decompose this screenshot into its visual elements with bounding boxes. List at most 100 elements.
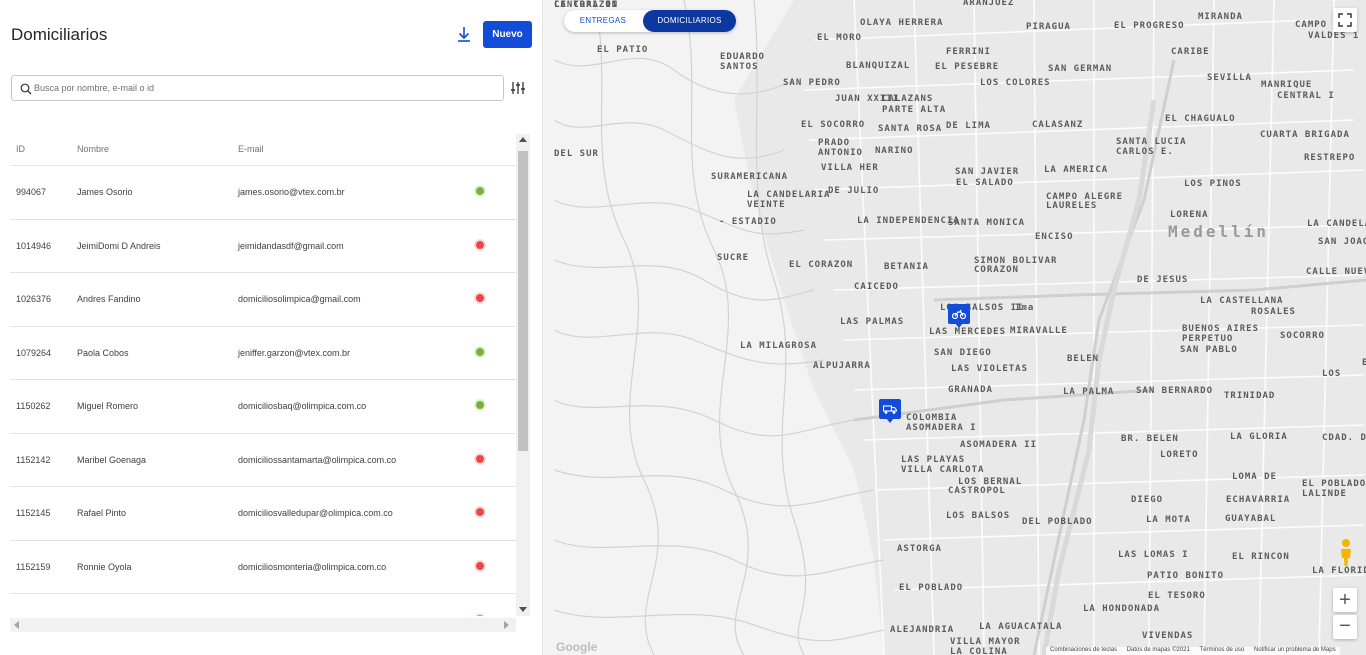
neighborhood-label: CALLE NUEVA	[1306, 267, 1366, 277]
neighborhood-label: - ESTADIO	[719, 217, 777, 227]
neighborhood-label: LALINDE	[1302, 489, 1347, 499]
view-toggle: ENTREGAS DOMICILIARIOS	[564, 10, 736, 32]
table-row[interactable]: 1150262 Miguel Romero domiciliosbaq@olimpi…	[10, 380, 516, 434]
filter-button[interactable]	[510, 80, 526, 96]
tab-entregas[interactable]: ENTREGAS	[564, 10, 642, 32]
report-problem-link[interactable]: Notificar un problema de Maps	[1254, 647, 1336, 653]
neighborhood-label: ENCISO	[1035, 232, 1074, 242]
table-row[interactable]: 1152159 Ronnie Oyola domiciliosmonteria@ol…	[10, 541, 516, 594]
table-row[interactable]: 994067 James Osorio james.osorio@vtex.com.…	[10, 166, 516, 220]
table-row[interactable]: 1152161 Ana Navarro domiciliossincelejo@ol…	[10, 594, 516, 616]
tab-domiciliarios[interactable]: DOMICILIARIOS	[643, 10, 736, 32]
cell-name: James Osorio	[77, 187, 133, 197]
cell-id: 1152159	[16, 561, 51, 572]
column-header-id[interactable]: ID	[16, 144, 25, 154]
neighborhood-label: BLANQUIZAL	[846, 61, 911, 71]
fullscreen-icon	[1338, 13, 1352, 27]
column-header-name[interactable]: Nombre	[77, 144, 109, 154]
neighborhood-label: DEL SUR	[554, 149, 599, 159]
neighborhood-label: EL RINCON	[1232, 552, 1290, 562]
cell-id: 1152161	[16, 615, 50, 616]
neighborhood-label: SAN JOAQUIN	[1318, 237, 1366, 247]
neighborhood-label: SANTA LUCIA	[1116, 137, 1187, 147]
table-row[interactable]: 1079264 Paola Cobos jeniffer.garzon@vtex.c…	[10, 327, 516, 380]
zoom-in-button[interactable]: +	[1333, 588, 1357, 612]
neighborhood-label: LA CANDELARIA	[747, 190, 831, 200]
neighborhood-label: CARIBE	[1171, 47, 1210, 57]
vertical-scrollbar[interactable]	[516, 134, 530, 616]
neighborhood-label: EL CORAZON	[789, 260, 854, 270]
neighborhood-label: VEINTE	[747, 200, 786, 210]
neighborhood-label: SAN PABLO	[1180, 345, 1238, 355]
neighborhood-label: LAS PLAYAS	[901, 455, 966, 465]
scroll-right-arrow-icon[interactable]	[504, 621, 509, 629]
neighborhood-label: OLAYA HERRERA	[860, 18, 944, 28]
scroll-left-arrow-icon[interactable]	[14, 621, 19, 629]
download-button[interactable]	[454, 24, 474, 46]
cell-email: domiciliosolimpica@gmail.com	[238, 294, 361, 304]
search-input[interactable]	[34, 76, 494, 100]
neighborhood-label: DE LIMA	[946, 121, 991, 131]
neighborhood-label: EL POBLADO	[899, 583, 964, 593]
search-box[interactable]	[11, 75, 504, 101]
table-row[interactable]: 1026376 Andres Fandino domiciliosolimpica@…	[10, 273, 516, 327]
app-root: Domiciliarios Nuevo ID Nombre	[0, 0, 1366, 655]
neighborhood-label: EL CHAGUALO	[1165, 114, 1236, 124]
cell-name: Ana Navarro	[77, 615, 128, 616]
scroll-thumb[interactable]	[518, 151, 528, 451]
neighborhood-label: SANTOS	[720, 62, 759, 72]
map-footer: Combinaciones de teclas Datos de mapas ©…	[1046, 647, 1340, 655]
neighborhood-label: PRADO	[818, 138, 851, 148]
fullscreen-button[interactable]	[1333, 8, 1357, 32]
horizontal-scrollbar[interactable]	[10, 618, 516, 632]
neighborhood-label: BELEN	[1067, 354, 1100, 364]
table-header: ID Nombre E-mail	[10, 132, 516, 166]
status-dot	[474, 452, 486, 465]
neighborhood-label: LOS PINOS	[1184, 179, 1242, 189]
neighborhood-label: LA GLORIA	[1230, 432, 1288, 442]
neighborhood-label: BUENOS AIRES	[1182, 324, 1260, 334]
neighborhood-label: LA INDEPENDENCIA	[857, 216, 960, 226]
neighborhood-label: ARANJUEZ	[963, 0, 1015, 8]
neighborhood-label: LA AMERICA	[1044, 165, 1109, 175]
scroll-down-arrow-icon[interactable]	[519, 607, 527, 612]
status-dot	[474, 292, 486, 304]
neighborhood-label: NARINO	[875, 146, 914, 156]
neighborhood-label: DE JULIO	[828, 186, 880, 196]
table-row[interactable]: 1152142 Maribel Goenaga domiciliossantamar…	[10, 434, 516, 487]
motorcycle-icon	[952, 309, 966, 320]
sliders-icon	[511, 82, 525, 94]
cell-name: Miguel Romero	[77, 401, 139, 411]
neighborhood-label: EL PROGRESO	[1114, 21, 1185, 31]
panel-divider[interactable]	[542, 0, 554, 655]
page-title: Domiciliarios	[11, 25, 108, 44]
plus-icon: +	[1339, 589, 1351, 611]
status-dot	[474, 185, 486, 197]
neighborhood-label: EDUARDO	[720, 52, 765, 62]
neighborhood-label: TRINIDAD	[1224, 391, 1276, 401]
cell-email: domiciliossantamarta@olimpica.com.co	[238, 454, 397, 465]
neighborhood-label: FERRINI	[946, 47, 991, 57]
new-courier-button[interactable]: Nuevo	[483, 21, 532, 48]
status-dot	[474, 506, 486, 518]
keyboard-shortcuts-link[interactable]: Combinaciones de teclas	[1050, 647, 1117, 653]
truck-icon	[883, 405, 897, 414]
zoom-out-button[interactable]: −	[1333, 615, 1357, 639]
street-view-pegman-icon[interactable]	[1336, 538, 1356, 568]
neighborhood-label: CASTROPOL	[948, 486, 1006, 496]
scroll-up-arrow-icon[interactable]	[519, 137, 527, 142]
status-dot	[474, 345, 486, 358]
neighborhood-label: BETANIA	[884, 262, 929, 272]
courier-marker[interactable]	[879, 399, 901, 423]
neighborhood-label: VILLA HER	[821, 163, 879, 173]
table-row[interactable]: 1014946 JeimiDomi D Andreis jeimidandasdf@…	[10, 220, 516, 273]
neighborhood-label: ALPUJARRA	[813, 361, 871, 371]
cell-name: Paola Cobos	[77, 347, 129, 358]
cell-id: 1152142	[16, 454, 51, 465]
neighborhood-label: MIRANDA	[1198, 12, 1243, 22]
cell-name: Ronnie Oyola	[77, 561, 132, 572]
terms-link[interactable]: Términos de uso	[1200, 647, 1245, 653]
column-header-email[interactable]: E-mail	[238, 144, 264, 154]
courier-marker[interactable]	[948, 304, 970, 328]
table-row[interactable]: 1152145 Rafael Pinto domiciliosvalledupar@…	[10, 487, 516, 541]
